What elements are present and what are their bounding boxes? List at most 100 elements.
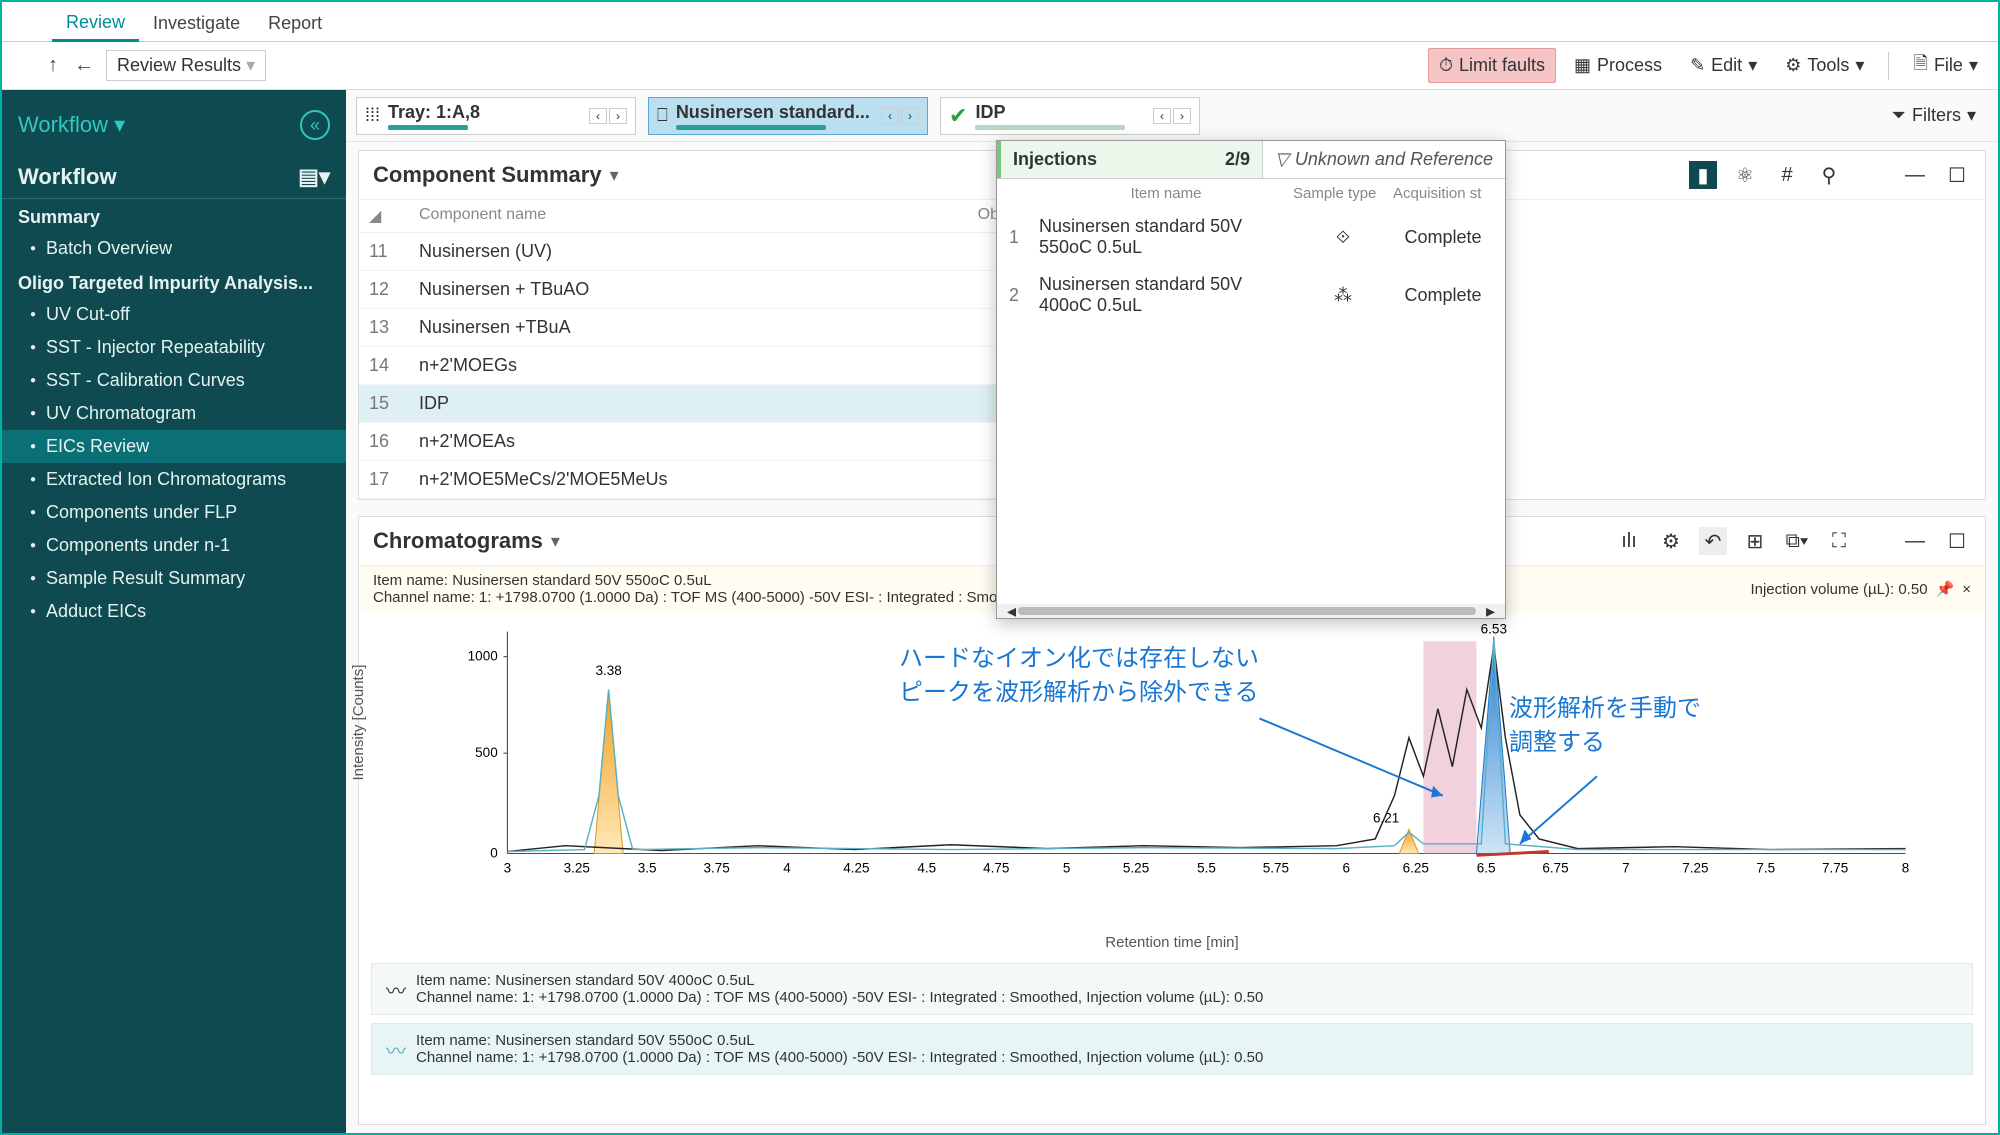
close-icon[interactable]: × [1962,581,1971,598]
legend-row-1[interactable]: 〰 Item name: Nusinersen standard 50V 400… [371,963,1973,1015]
chip-idp[interactable]: ✔ IDP ‹› [940,97,1200,135]
grid-icon[interactable]: ⊞ [1741,527,1769,555]
chip-nusinersen[interactable]: ⎕ Nusinersen standard... ‹› [648,97,928,135]
edit-button[interactable]: ✎Edit▾ [1680,49,1767,82]
chevron-right-icon[interactable]: › [609,108,627,124]
y-axis-label: Intensity [Counts] [350,665,367,781]
svg-text:5.5: 5.5 [1197,861,1216,876]
tools-button[interactable]: ⚙Tools▾ [1775,49,1874,82]
legend-row-2[interactable]: 〰 Item name: Nusinersen standard 50V 550… [371,1023,1973,1075]
sort-icon[interactable]: ◢ [369,206,419,226]
chevron-right-icon[interactable]: › [1173,108,1191,124]
process-button[interactable]: ▦Process [1564,49,1672,82]
svg-text:3.75: 3.75 [703,861,729,876]
back-arrow-icon[interactable]: ← [70,54,98,77]
sidebar-item-eics-review[interactable]: EICs Review [2,430,346,463]
dropdown-hscroll[interactable]: ◂▸ [997,604,1505,618]
injection-row[interactable]: 1 Nusinersen standard 50V 550oC 0.5uL ⟐ … [997,208,1505,266]
sidebar-item-extracted-ion[interactable]: Extracted Ion Chromatograms [2,463,346,496]
chevron-right-icon[interactable]: › [901,108,919,124]
dropdown-icon[interactable]: ▾ [551,531,560,552]
svg-text:3.25: 3.25 [564,861,590,876]
pencil-icon: ✎ [1690,55,1705,76]
component-row[interactable]: 15IDP [359,385,1009,423]
svg-text:6.53: 6.53 [1481,622,1507,637]
chromatogram-chart[interactable]: Intensity [Counts] 0 500 1000 33.253.53.… [359,612,1985,932]
sidebar-item-uv-chrom[interactable]: UV Chromatogram [2,397,346,430]
component-row[interactable]: 11Nusinersen (UV) [359,233,1009,271]
svg-text:8: 8 [1902,861,1910,876]
tab-review[interactable]: Review [52,6,139,42]
sidebar-item-n1[interactable]: Components under n-1 [2,529,346,562]
chip-tray[interactable]: ⁞⁞⁞ Tray: 1:A,8 ‹› [356,97,636,135]
sample-type-icon: ⟐ [1293,227,1393,248]
annotation-exclude: ハードなイオン化では存在しない ピークを波形解析から除外できる [899,642,1259,709]
dropdown-icon[interactable]: ▾ [610,165,619,186]
up-arrow-icon[interactable]: ↑ [44,54,62,77]
chevron-left-icon[interactable]: ‹ [1153,108,1171,124]
maximize-icon[interactable]: ☐ [1943,527,1971,555]
hash-icon[interactable]: # [1773,161,1801,189]
tab-investigate[interactable]: Investigate [139,7,254,40]
svg-text:7: 7 [1622,861,1630,876]
overlay-icon[interactable]: ⧉▾ [1783,527,1811,555]
minimize-icon[interactable]: — [1901,161,1929,189]
person-settings-icon[interactable]: ⚲ [1815,161,1843,189]
svg-text:0: 0 [490,845,498,860]
component-table-header: ◢ Component name Ob [359,200,1009,233]
sidebar-group-oligo: Oligo Targeted Impurity Analysis... [2,265,346,298]
component-row[interactable]: 16n+2'MOEAs [359,423,1009,461]
svg-text:5.25: 5.25 [1123,861,1149,876]
expand-icon[interactable]: ⛶ [1825,527,1853,555]
pin-icon[interactable]: 📌 [1936,580,1955,598]
minimize-icon[interactable]: — [1901,527,1929,555]
peaks-icon[interactable]: ılı [1615,527,1643,555]
sidebar-item-flp[interactable]: Components under FLP [2,496,346,529]
sidebar-item-adduct-eics[interactable]: Adduct EICs [2,595,346,628]
gear-icon[interactable]: ⚙ [1657,527,1685,555]
component-row[interactable]: 14n+2'MOEGs [359,347,1009,385]
sidebar-section-label: Workflow ▤▾ [2,150,346,199]
x-axis-label: Retention time [min] [359,932,1985,959]
svg-text:6.75: 6.75 [1542,861,1568,876]
component-row[interactable]: 12Nusinersen + TBuAO [359,271,1009,309]
svg-text:4.5: 4.5 [917,861,936,876]
svg-text:1000: 1000 [468,649,498,664]
sidebar-item-sst-calib[interactable]: SST - Calibration Curves [2,364,346,397]
sidebar-item-sample-result[interactable]: Sample Result Summary [2,562,346,595]
injections-header: Injections2/9 [997,141,1262,178]
sidebar-group-summary: Summary [2,199,346,232]
svg-text:6: 6 [1343,861,1351,876]
grid-icon: ▦ [1574,55,1591,76]
filters-button[interactable]: ⏷ Filters▾ [1880,99,1988,132]
vial-tool-icon[interactable]: ▮ [1689,161,1717,189]
undo-icon[interactable]: ↶ [1699,527,1727,555]
sample-type-icon: ⁂ [1293,285,1393,306]
check-circle-icon: ✔ [949,103,967,129]
injections-dropdown: Injections2/9 ▽ Unknown and Reference It… [996,140,1506,619]
sidebar-item-uv-cutoff[interactable]: UV Cut-off [2,298,346,331]
chevron-left-icon[interactable]: ‹ [589,108,607,124]
tab-report[interactable]: Report [254,7,336,40]
dropdown-filter[interactable]: ▽ Unknown and Reference [1262,141,1505,178]
svg-text:6.5: 6.5 [1477,861,1496,876]
component-row[interactable]: 13Nusinersen +TBuA [359,309,1009,347]
collapse-icon[interactable]: « [300,110,330,140]
annotation-manual: 波形解析を手動で 調整する [1509,692,1701,759]
file-button[interactable]: 🗎File▾ [1903,45,1988,87]
sidebar-item-batch-overview[interactable]: Batch Overview [2,232,346,265]
filter-icon: ⏷ [1892,105,1906,126]
panel-icon[interactable]: ▤▾ [298,164,330,190]
share-icon[interactable]: ⚛ [1731,161,1759,189]
svg-text:5: 5 [1063,861,1071,876]
chevron-left-icon[interactable]: ‹ [881,108,899,124]
sidebar-item-sst-injector[interactable]: SST - Injector Repeatability [2,331,346,364]
file-icon: 🗎 [1913,51,1927,81]
component-row[interactable]: 17n+2'MOE5MeCs/2'MOE5MeUs [359,461,1009,499]
toolbar: ↑ ← Review Results ▾ ⏱Limit faults ▦Proc… [2,42,1998,90]
injection-row[interactable]: 2 Nusinersen standard 50V 400oC 0.5uL ⁂ … [997,266,1505,324]
component-summary-title: Component Summary [373,162,602,188]
limit-faults-button[interactable]: ⏱Limit faults [1428,48,1556,83]
maximize-icon[interactable]: ☐ [1943,161,1971,189]
breadcrumb[interactable]: Review Results ▾ [106,50,266,81]
